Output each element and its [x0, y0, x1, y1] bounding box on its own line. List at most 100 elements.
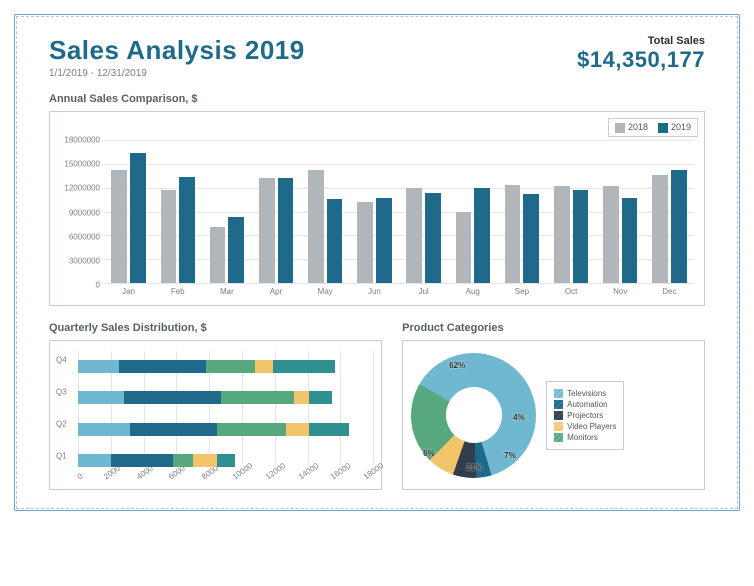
bar-2019 [130, 153, 146, 283]
annual-xtick: Nov [602, 283, 639, 296]
donut-percent-label: 62% [449, 361, 465, 370]
bar-2018 [456, 212, 472, 284]
legend-2019: 2019 [658, 122, 691, 133]
bar-group-mar: Mar [208, 140, 245, 283]
annual-chart: 2018 2019 030000006000000900000012000000… [49, 111, 705, 306]
quarterly-bar-q4 [78, 360, 335, 373]
category-legend-item: Monitors [554, 433, 616, 442]
annual-ytick: 12000000 [50, 184, 100, 193]
donut-box: 62% 4% 7% 21% 6% [411, 353, 536, 478]
annual-xtick: Oct [552, 283, 589, 296]
bar-2019 [523, 194, 539, 283]
categories-title: Product Categories [402, 322, 705, 334]
bar-2018 [161, 190, 177, 283]
quarterly-bar-q3 [78, 391, 332, 404]
total-sales-block: Total Sales $14,350,177 [577, 35, 705, 73]
category-legend-item: Televisions [554, 389, 616, 398]
bar-2018 [111, 170, 127, 283]
annual-xtick: Jan [110, 283, 147, 296]
donut-percent-label: 21% [466, 463, 482, 472]
quarterly-segment [286, 423, 309, 436]
legend-label: Monitors [567, 433, 598, 442]
quarterly-bar-q2 [78, 423, 349, 436]
quarterly-segment [217, 454, 235, 467]
quarterly-ytick: Q1 [56, 451, 67, 460]
legend-label: Automation [567, 400, 607, 409]
bar-2018 [554, 186, 570, 283]
quarterly-chart: 0200040006000800010000120001400016000180… [49, 340, 382, 490]
bar-group-jul: Jul [405, 140, 442, 283]
quarterly-segment [255, 360, 273, 373]
header: Sales Analysis 2019 1/1/2019 - 12/31/201… [49, 35, 705, 79]
category-legend-item: Projectors [554, 411, 616, 420]
bar-2019 [327, 199, 343, 283]
annual-xtick: Jun [356, 283, 393, 296]
donut-hole [446, 387, 502, 443]
bar-group-aug: Aug [454, 140, 491, 283]
quarterly-segment [217, 423, 286, 436]
annual-ytick: 9000000 [50, 208, 100, 217]
bar-group-jun: Jun [356, 140, 393, 283]
quarterly-segment [309, 423, 348, 436]
annual-xtick: Sep [503, 283, 540, 296]
quarterly-segment [173, 454, 193, 467]
quarterly-title: Quarterly Sales Distribution, $ [49, 322, 382, 334]
annual-ytick: 3000000 [50, 256, 100, 265]
annual-xtick: Feb [159, 283, 196, 296]
bar-group-nov: Nov [602, 140, 639, 283]
quarterly-segment [294, 391, 309, 404]
quarterly-segment [78, 360, 119, 373]
annual-xtick: Mar [208, 283, 245, 296]
page-title: Sales Analysis 2019 [49, 35, 305, 66]
categories-legend: Televisions Automation Projectors Video Pla… [546, 381, 624, 450]
legend-swatch-icon [554, 411, 563, 420]
total-sales-label: Total Sales [577, 35, 705, 47]
bar-2019 [622, 198, 638, 283]
quarterly-column: Quarterly Sales Distribution, $ 02000400… [49, 308, 382, 490]
bar-2019 [376, 198, 392, 283]
donut-percent-label: 7% [504, 451, 516, 460]
quarterly-xtick: 12000 [264, 461, 287, 481]
quarterly-segment [309, 391, 332, 404]
categories-chart: 62% 4% 7% 21% 6% Televisions Automation Projec… [402, 340, 705, 490]
bottom-row: Quarterly Sales Distribution, $ 02000400… [49, 308, 705, 490]
bar-2019 [671, 170, 687, 283]
quarterly-segment [78, 454, 111, 467]
report-body: Sales Analysis 2019 1/1/2019 - 12/31/201… [16, 16, 738, 509]
bar-group-dec: Dec [651, 140, 688, 283]
quarterly-segment [221, 391, 295, 404]
donut-percent-label: 4% [513, 413, 525, 422]
categories-column: Product Categories 62% 4% 7% 21% 6% Televisi… [402, 308, 705, 490]
bar-2018 [406, 188, 422, 283]
category-legend-item: Automation [554, 400, 616, 409]
donut-percent-label: 6% [423, 449, 435, 458]
quarterly-plot-area: 0200040006000800010000120001400016000180… [78, 351, 373, 463]
quarterly-ytick: Q3 [56, 388, 67, 397]
annual-xtick: May [307, 283, 344, 296]
annual-plot-area: JanFebMarAprMayJunJulAugSepOctNovDec [104, 140, 694, 283]
date-range: 1/1/2019 - 12/31/2019 [49, 68, 305, 79]
quarterly-segment [124, 391, 221, 404]
bar-group-feb: Feb [159, 140, 196, 283]
bar-2019 [179, 177, 195, 283]
annual-xtick: Aug [454, 283, 491, 296]
legend-2018: 2018 [615, 122, 648, 133]
legend-label: Projectors [567, 411, 603, 420]
annual-ytick: 6000000 [50, 232, 100, 241]
title-block: Sales Analysis 2019 1/1/2019 - 12/31/201… [49, 35, 305, 79]
quarterly-segment [78, 391, 124, 404]
quarterly-bar-q1 [78, 454, 235, 467]
bar-2018 [259, 178, 275, 283]
bar-2018 [505, 185, 521, 284]
bar-2019 [278, 178, 294, 283]
annual-ytick: 18000000 [50, 136, 100, 145]
quarterly-segment [273, 360, 335, 373]
annual-title: Annual Sales Comparison, $ [49, 93, 705, 105]
quarterly-segment [130, 423, 217, 436]
legend-label: Video Players [567, 422, 616, 431]
bar-group-oct: Oct [552, 140, 589, 283]
category-legend-item: Video Players [554, 422, 616, 431]
report-frame: Sales Analysis 2019 1/1/2019 - 12/31/201… [14, 14, 740, 511]
quarterly-xtick: 16000 [329, 461, 352, 481]
quarterly-segment [78, 423, 130, 436]
